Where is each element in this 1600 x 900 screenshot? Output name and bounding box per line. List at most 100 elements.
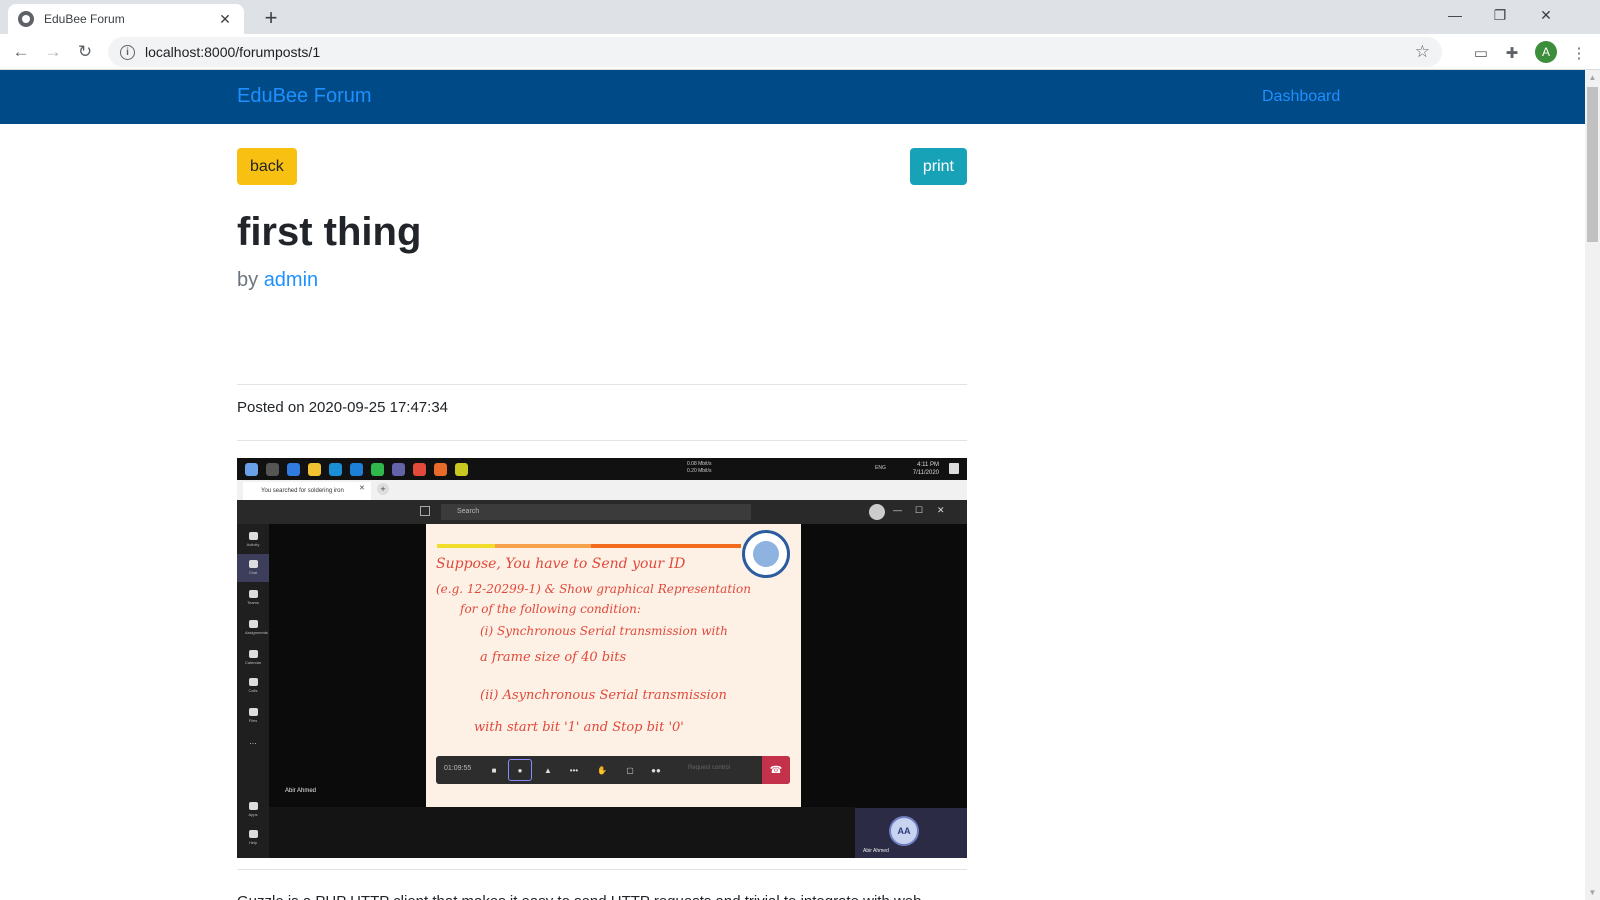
- new-tab-button[interactable]: +: [258, 5, 284, 31]
- minimize-icon[interactable]: —: [1432, 0, 1478, 30]
- color-strip: [591, 544, 741, 548]
- image-whiteboard: Suppose, You have to Send your ID (e.g. …: [426, 524, 801, 807]
- notification-icon: [949, 463, 959, 474]
- participant-tile: AA Abir Ahmed: [855, 808, 967, 858]
- whiteboard-line: with start bit '1' and Stop bit '0': [474, 720, 684, 735]
- cast-icon[interactable]: ▭: [1470, 42, 1492, 64]
- image-bottom-strip: [269, 807, 855, 858]
- tab-close-button[interactable]: ✕: [216, 11, 234, 28]
- call-timer: 01:09:55: [444, 765, 472, 772]
- participants-icon: ●●: [651, 765, 661, 775]
- whatsapp-icon: [371, 462, 384, 476]
- participant-name: Abir Ahmed: [863, 848, 889, 854]
- rail-assignments: Assignments: [245, 620, 268, 635]
- request-control: Request control: [688, 765, 731, 771]
- whiteboard-line: (e.g. 12-20299-1) & Show graphical Repre…: [436, 582, 751, 596]
- browser-tabstrip: EduBee Forum ✕ + — ❐ ✕: [0, 0, 1600, 34]
- whiteboard-line: a frame size of 40 bits: [480, 650, 627, 665]
- restore-icon[interactable]: ❐: [1477, 0, 1523, 30]
- site-info-icon[interactable]: i: [120, 44, 135, 60]
- profile-avatar[interactable]: A: [1535, 41, 1557, 63]
- close-window-icon[interactable]: ✕: [1523, 0, 1569, 30]
- university-seal: [742, 530, 790, 578]
- dashboard-link[interactable]: Dashboard: [1262, 88, 1340, 106]
- image-app-rail: Activity Chat Teams Assignments Calendar…: [237, 524, 269, 858]
- tab-title: EduBee Forum: [44, 12, 125, 26]
- rail-calendar: Calendar: [245, 650, 261, 665]
- forward-arrow-icon[interactable]: →: [40, 40, 66, 64]
- whiteboard-line: for of the following condition:: [460, 602, 641, 616]
- clock-date: 7/11/2020: [912, 470, 939, 476]
- scroll-thumb[interactable]: [1587, 87, 1598, 242]
- chat-icon: ▢: [626, 765, 634, 775]
- image-maximize-icon: ☐: [915, 505, 924, 515]
- image-browser-strip: You searched for soldering iron ✕ +: [237, 480, 967, 500]
- skype-icon: [350, 462, 363, 476]
- net-speed: 0.08 Mbit/s 0.20 Mbit/s: [687, 461, 711, 475]
- camera-icon: ■: [491, 765, 497, 775]
- hang-up-icon: ☎: [762, 756, 790, 784]
- page-viewport: EduBee Forum Dashboard back print first …: [0, 70, 1585, 900]
- rail-calls: Calls: [245, 678, 261, 693]
- post-title: first thing: [237, 210, 422, 254]
- image-clock: 4:11 PM 7/11/2020: [913, 461, 939, 477]
- back-arrow-icon[interactable]: ←: [8, 40, 34, 64]
- rail-activity: Activity: [245, 532, 261, 547]
- image-call-controls: 01:09:55 ■ ● ▲ ••• ✋ ▢ ●● Request contro…: [436, 756, 790, 784]
- image-user-avatar: [869, 504, 885, 520]
- raise-hand-icon: ✋: [597, 765, 607, 775]
- rail-files: Files: [245, 708, 261, 723]
- folder-icon: [308, 462, 321, 476]
- address-bar[interactable]: i localhost:8000/forumposts/1 ☆: [108, 37, 1442, 67]
- image-new-tab-icon: +: [377, 483, 389, 495]
- back-button[interactable]: back: [237, 148, 297, 185]
- browser-tab[interactable]: EduBee Forum ✕: [8, 4, 244, 34]
- url-text[interactable]: localhost:8000/forumposts/1: [145, 44, 1415, 60]
- post-body: Guzzle is a PHP HTTP client that makes i…: [237, 890, 967, 900]
- whiteboard-line: (ii) Asynchronous Serial transmission: [480, 688, 727, 703]
- post-byline: by admin: [237, 269, 318, 292]
- post-image: 4:11 PM 7/11/2020 0.08 Mbit/s 0.20 Mbit/…: [237, 458, 967, 858]
- scroll-up-icon[interactable]: ▲: [1585, 70, 1600, 85]
- kebab-menu-icon[interactable]: ⋮: [1568, 42, 1590, 64]
- calendar-icon: [287, 462, 300, 476]
- image-taskbar: 4:11 PM 7/11/2020 0.08 Mbit/s 0.20 Mbit/…: [237, 458, 967, 480]
- chrome-icon: [413, 462, 426, 476]
- net-up: 0.08 Mbit/s: [687, 461, 712, 467]
- divider: [237, 869, 967, 870]
- bookmark-star-icon[interactable]: ☆: [1415, 42, 1430, 62]
- image-close-icon: ✕: [937, 505, 945, 515]
- byline-prefix: by: [237, 269, 259, 291]
- globe-icon: [18, 11, 34, 27]
- image-search-box: Search: [441, 504, 751, 520]
- image-tab-close-icon: ✕: [359, 485, 365, 492]
- net-down: 0.20 Mbit/s: [687, 468, 712, 474]
- image-teams-bar: Search — ☐ ✕: [237, 500, 967, 524]
- share-icon: ▲: [544, 765, 552, 775]
- windows-icon: [245, 462, 258, 476]
- more-icon: •••: [569, 765, 579, 775]
- app-icon: [455, 462, 468, 476]
- presenter-name: Abir Ahmed: [285, 788, 317, 794]
- rail-teams: Teams: [245, 590, 261, 605]
- clock-time: 4:11 PM: [917, 462, 939, 468]
- rail-more: ...: [249, 736, 257, 746]
- puzzle-icon[interactable]: ✚: [1501, 42, 1523, 64]
- scroll-down-icon[interactable]: ▼: [1585, 885, 1600, 900]
- site-brand-link[interactable]: EduBee Forum: [237, 85, 372, 108]
- author-link[interactable]: admin: [264, 269, 318, 291]
- rail-apps: Apps: [245, 802, 261, 817]
- print-button[interactable]: print: [909, 148, 967, 185]
- microphone-icon: ●: [517, 765, 523, 775]
- color-strip: [437, 544, 495, 548]
- rail-chat: Chat: [245, 560, 261, 575]
- firefox-icon: [434, 462, 447, 476]
- teams-icon: [392, 462, 405, 476]
- participant-avatar: AA: [889, 816, 919, 846]
- page-scrollbar[interactable]: ▲ ▼: [1585, 70, 1600, 900]
- whiteboard-line: (i) Synchronous Serial transmission with: [480, 624, 728, 638]
- image-browser-tab: You searched for soldering iron: [243, 482, 371, 500]
- reload-icon[interactable]: ↻: [72, 40, 98, 64]
- mail-icon: [329, 462, 342, 476]
- divider: [237, 384, 967, 385]
